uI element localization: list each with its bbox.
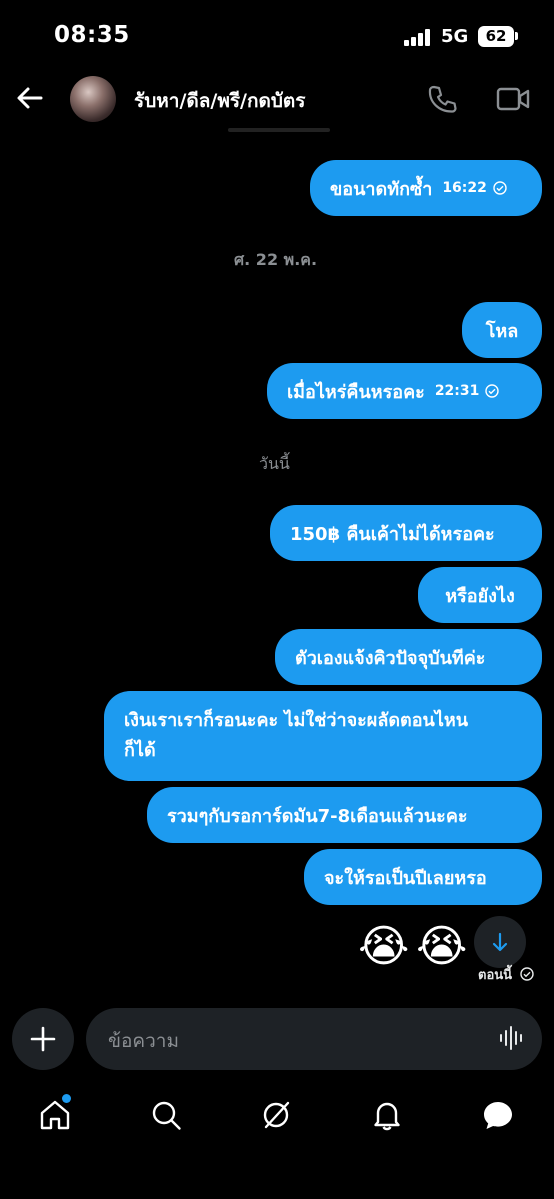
message-text-line: เงินเราเราก็รอนะคะ ไม่ใช่ว่าจะผลัดตอนไหน	[124, 710, 469, 731]
header-divider	[228, 128, 330, 132]
message-text: หรือยังไง	[445, 585, 515, 607]
notification-dot	[62, 1094, 71, 1103]
message-bubble[interactable]: ขอนาดทักซ้ำ 16:22	[310, 160, 542, 216]
avatar[interactable]	[70, 76, 116, 122]
message-bubble[interactable]: รวมๆกับรอการ์ดมัน7-8เดือนแล้วนะคะ	[147, 787, 542, 843]
video-icon[interactable]	[496, 84, 530, 114]
scroll-to-bottom-button[interactable]	[474, 916, 526, 968]
phone-icon[interactable]	[426, 83, 458, 115]
message-bubble[interactable]: หรือยังไง	[418, 567, 542, 623]
contact-name[interactable]: รับหา/ดีล/พรี/กดบัตร	[134, 86, 305, 116]
message-text: เมื่อไหร่คืนหรอคะ	[287, 381, 425, 403]
message-time: 16:22	[442, 180, 487, 196]
message-text-line: ก็ได้	[124, 740, 156, 761]
message-text: รวมๆกับรอการ์ดมัน7-8เดือนแล้วนะคะ	[167, 805, 468, 827]
messages-icon[interactable]	[481, 1098, 515, 1132]
read-check-icon	[493, 181, 507, 195]
message-bubble[interactable]: จะให้รอเป็นปีเลยหรอ	[304, 849, 542, 905]
message-bubble[interactable]: เงินเราเราก็รอนะคะ ไม่ใช่ว่าจะผลัดตอนไหน…	[104, 691, 542, 781]
seen-status: ตอนนี้	[478, 964, 534, 985]
message-input-placeholder: ข้อความ	[108, 1030, 179, 1052]
add-attachment-button[interactable]	[12, 1008, 74, 1070]
back-arrow-icon[interactable]	[14, 82, 46, 114]
message-text: โหล	[485, 320, 519, 342]
grok-icon[interactable]	[259, 1098, 293, 1132]
message-bubble[interactable]: 150฿ คืนเค้าไม่ได้หรอคะ	[270, 505, 542, 561]
battery-cap	[515, 32, 518, 40]
notifications-icon[interactable]	[370, 1098, 404, 1132]
message-text: จะให้รอเป็นปีเลยหรอ	[324, 867, 487, 889]
read-check-icon	[485, 384, 500, 398]
plus-icon	[30, 1026, 56, 1052]
message-time: 22:31	[434, 383, 480, 399]
search-icon[interactable]	[149, 1098, 183, 1132]
message-bubble[interactable]: ตัวเองแจ้งคิวปัจจุบันทีค่ะ	[275, 629, 542, 685]
message-bubble[interactable]: เมื่อไหร่คืนหรอคะ 22:31	[267, 363, 542, 419]
emoji-message[interactable]: 😭	[358, 923, 409, 971]
message-text: ขอนาดทักซ้ำ	[330, 178, 433, 200]
signal-icon	[404, 28, 432, 46]
battery-icon: 62	[478, 26, 514, 47]
message-text: ตัวเองแจ้งคิวปัจจุบันทีค่ะ	[295, 647, 486, 669]
read-check-icon	[519, 967, 534, 981]
arrow-down-icon	[492, 932, 508, 952]
status-time: 08:35	[54, 22, 130, 48]
voice-message-icon[interactable]	[498, 1024, 526, 1052]
date-label: ศ. 22 พ.ค.	[234, 250, 318, 269]
network-label: 5G	[441, 26, 469, 47]
date-label: วันนี้	[259, 454, 290, 473]
emoji-message[interactable]: 😭	[416, 923, 467, 971]
message-bubble[interactable]: โหล	[462, 302, 542, 358]
seen-label: ตอนนี้	[478, 968, 513, 983]
message-text: 150฿ คืนเค้าไม่ได้หรอคะ	[290, 523, 495, 545]
home-icon[interactable]	[38, 1098, 72, 1132]
